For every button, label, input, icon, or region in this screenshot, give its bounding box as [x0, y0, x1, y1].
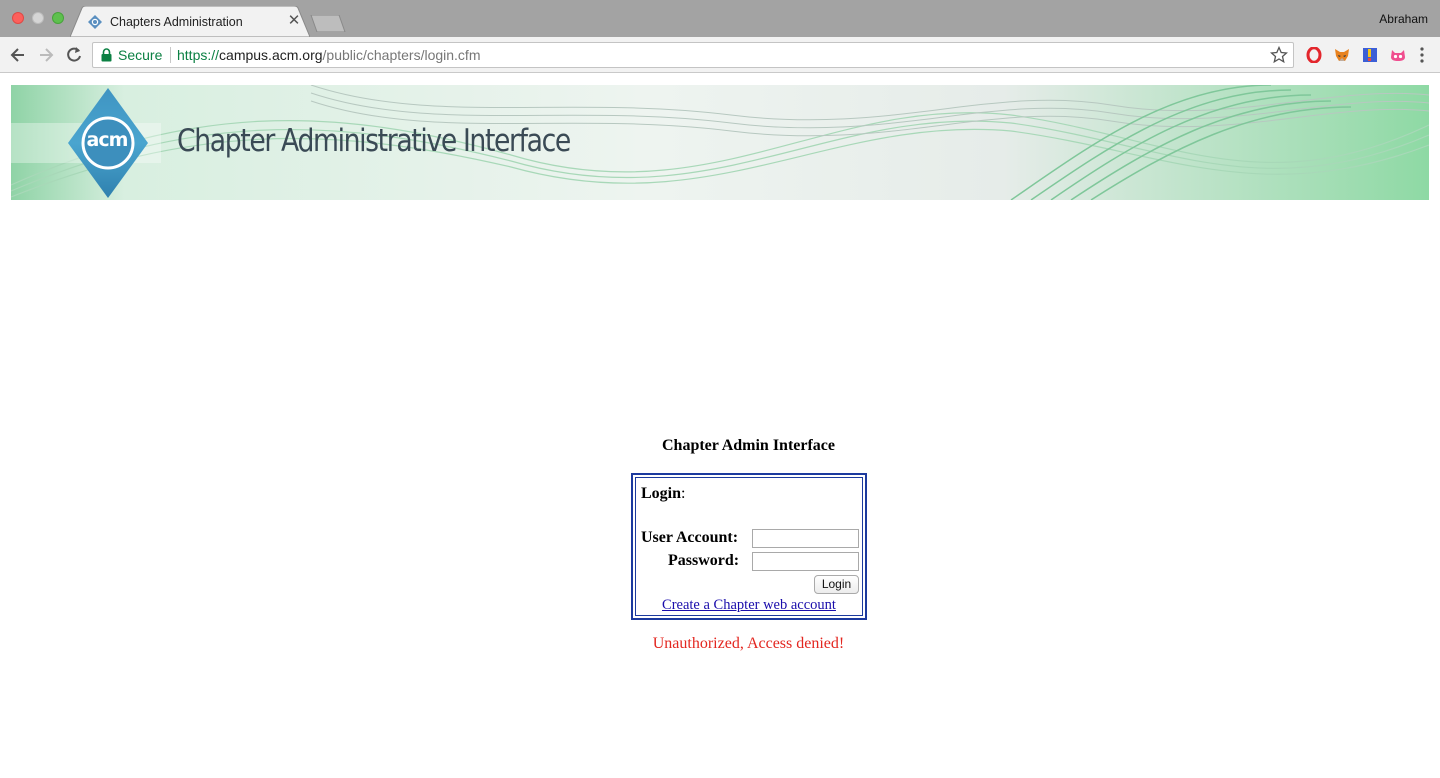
login-heading-colon: : [681, 485, 686, 502]
login-heading-label: Login [641, 485, 682, 502]
url-scheme: https:// [177, 47, 220, 63]
close-window-button[interactable] [12, 12, 24, 24]
tab-chapters-administration[interactable]: Chapters Administration ✕ [70, 6, 310, 37]
profile-name[interactable]: Abraham [1379, 12, 1428, 26]
minimize-window-button[interactable] [32, 12, 44, 24]
login-form-inner: Login: User Account: Password: Login Cre… [635, 477, 863, 616]
tab-close-icon[interactable]: ✕ [286, 13, 302, 29]
create-chapter-account-link[interactable]: Create a Chapter web account [636, 597, 862, 614]
password-input[interactable] [752, 552, 859, 571]
url-host: campus.acm.org [219, 47, 323, 63]
browser-toolbar: Secure https://campus.acm.org/public/cha… [0, 37, 1440, 73]
new-tab-button[interactable] [310, 15, 346, 32]
user-account-label: User Account: [641, 529, 739, 546]
password-label: Password: [668, 552, 740, 569]
metamask-fox-icon[interactable] [1334, 47, 1350, 63]
bookmark-star-icon[interactable] [1270, 46, 1288, 64]
login-button[interactable]: Login [814, 575, 859, 594]
login-heading: Login: [641, 485, 685, 503]
back-arrow-icon[interactable] [8, 45, 28, 65]
reload-icon[interactable] [64, 45, 84, 65]
maximize-window-button[interactable] [52, 12, 64, 24]
user-account-input[interactable] [752, 529, 859, 548]
login-form: Login: User Account: Password: Login Cre… [631, 473, 867, 620]
tab-strip: Chapters Administration ✕ Abraham [0, 0, 1440, 37]
address-bar[interactable]: Secure https://campus.acm.org/public/cha… [92, 42, 1294, 68]
acm-logo-text: acm [86, 129, 129, 151]
opera-icon[interactable] [1306, 47, 1322, 63]
forward-arrow-icon[interactable] [36, 45, 56, 65]
url-text[interactable]: https://campus.acm.org/public/chapters/l… [177, 47, 480, 63]
cat-face-icon[interactable] [1390, 47, 1406, 63]
lock-icon[interactable] [101, 48, 112, 62]
omnibox-separator [170, 47, 171, 63]
menu-dots-icon[interactable] [1415, 46, 1429, 64]
banner-title: Chapter Administrative Interface [177, 123, 571, 159]
tab-title: Chapters Administration [110, 15, 243, 29]
bookmark-flag-icon[interactable] [1362, 47, 1378, 63]
header-banner: acm Chapter Administrative Interface [11, 85, 1429, 200]
error-message: Unauthorized, Access denied! [652, 635, 845, 652]
secure-label[interactable]: Secure [118, 47, 162, 63]
url-path: /public/chapters/login.cfm [322, 47, 481, 63]
acm-favicon-icon [88, 15, 102, 29]
page-title: Chapter Admin Interface [661, 437, 836, 454]
